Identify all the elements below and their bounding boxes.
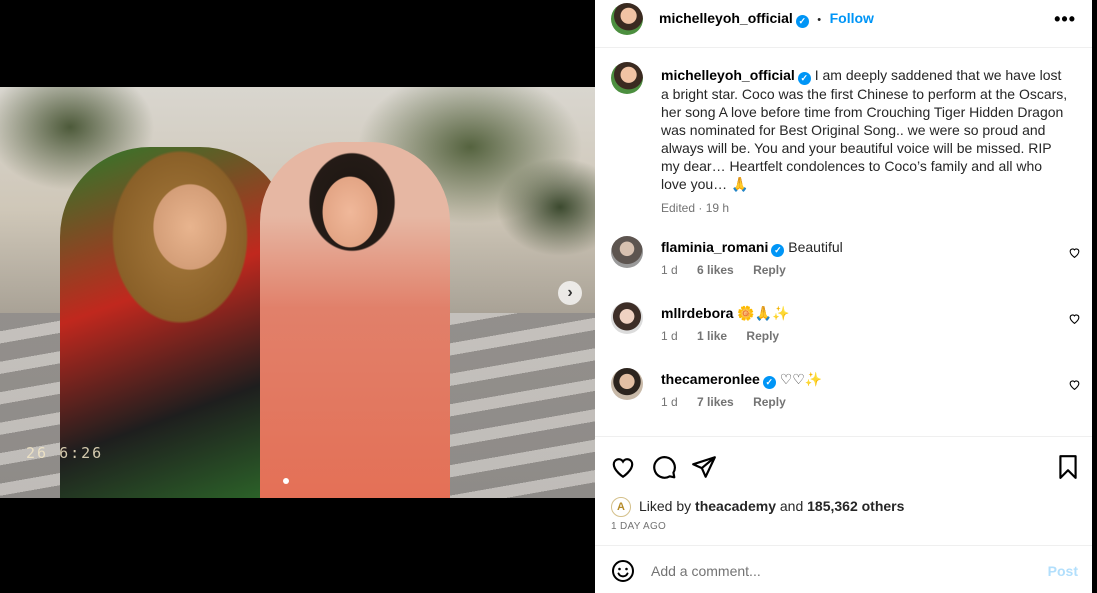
likes-others[interactable]: 185,362 others <box>807 498 904 514</box>
comment-body: thecameronlee ✓ ♡♡✨ <box>661 371 822 389</box>
caption: michelleyoh_official ✓ I am deeply sadden… <box>661 66 1071 217</box>
verified-badge-icon: ✓ <box>797 72 811 85</box>
theacademy-avatar[interactable]: A <box>611 497 631 517</box>
photo-date-stamp: 26 6:26 <box>26 444 104 462</box>
paper-plane-icon[interactable] <box>691 454 717 480</box>
media-pane: 26 6:26 › <box>0 0 595 593</box>
commenter-avatar[interactable] <box>611 368 643 400</box>
verified-badge-icon: ✓ <box>762 376 776 389</box>
verified-badge-icon: ✓ <box>795 15 809 28</box>
next-photo-button[interactable]: › <box>558 281 582 305</box>
carousel-dot-active <box>283 478 289 484</box>
header-username[interactable]: michelleyoh_official <box>659 10 793 26</box>
post-date[interactable]: 1 DAY AGO <box>611 521 666 532</box>
caption-username[interactable]: michelleyoh_official <box>661 67 795 83</box>
comment-input[interactable] <box>651 558 1031 584</box>
comment-age: 1 d <box>661 395 678 409</box>
reply-button[interactable]: Reply <box>746 329 779 343</box>
post-photo[interactable]: 26 6:26 <box>0 87 595 498</box>
likes-connector: and <box>779 498 804 514</box>
comment-meta: 1 d 1 like Reply <box>661 329 795 343</box>
heart-icon[interactable] <box>1068 246 1081 259</box>
commenter-avatar[interactable] <box>611 302 643 334</box>
comment-likes[interactable]: 6 likes <box>697 263 734 277</box>
caption-avatar[interactable] <box>611 62 643 94</box>
caption-text: I am deeply saddened that we have lost a… <box>661 67 1068 192</box>
likes-summary: Liked by theacademy and 185,362 others <box>639 498 904 514</box>
likes-user[interactable]: theacademy <box>695 498 776 514</box>
comment-username[interactable]: flaminia_romani <box>661 239 768 255</box>
comment-meta: 1 d 7 likes Reply <box>661 395 802 409</box>
verified-badge-icon: ✓ <box>771 244 785 257</box>
photo-person-right <box>260 142 450 498</box>
comment-text: Beautiful <box>788 239 843 255</box>
comment-username[interactable]: mllrdebora <box>661 305 733 321</box>
heart-icon[interactable] <box>1068 312 1081 325</box>
bookmark-icon[interactable] <box>1055 454 1081 480</box>
likes-prefix: Liked by <box>639 498 692 514</box>
add-comment-bar: Post <box>595 545 1092 593</box>
comment-bubble-icon[interactable] <box>651 454 677 480</box>
comment-username[interactable]: thecameronlee <box>661 371 760 387</box>
caption-meta: Edited · 19 h <box>661 201 730 215</box>
window-edge <box>1092 0 1097 593</box>
comment-age: 1 d <box>661 329 678 343</box>
post-actions: A Liked by theacademy and 185,362 others… <box>595 436 1092 546</box>
header-author-line: michelleyoh_official ✓ • Follow <box>659 10 874 28</box>
comment-age: 1 d <box>661 263 678 277</box>
post-header: michelleyoh_official ✓ • Follow ••• <box>595 0 1092 48</box>
comment-meta: 1 d 6 likes Reply <box>661 263 802 277</box>
chevron-right-icon: › <box>567 284 573 301</box>
heart-icon[interactable] <box>1068 378 1081 391</box>
comment-likes[interactable]: 7 likes <box>697 395 734 409</box>
post-comment-button[interactable]: Post <box>1048 563 1078 579</box>
heart-icon[interactable] <box>610 454 636 480</box>
comment-body: mllrdebora 🌼🙏✨ <box>661 305 790 322</box>
follow-button[interactable]: Follow <box>830 10 874 26</box>
reply-button[interactable]: Reply <box>753 263 786 277</box>
header-separator: • <box>817 14 822 26</box>
comment-likes[interactable]: 1 like <box>697 329 727 343</box>
comment-body: flaminia_romani ✓ Beautiful <box>661 239 843 257</box>
post-panel: michelleyoh_official ✓ • Follow ••• miche… <box>595 0 1092 593</box>
comment-text: ♡♡✨ <box>779 371 823 387</box>
smiley-icon[interactable] <box>611 559 635 583</box>
author-avatar[interactable] <box>611 3 643 35</box>
commenter-avatar[interactable] <box>611 236 643 268</box>
reply-button[interactable]: Reply <box>753 395 786 409</box>
more-options-icon[interactable]: ••• <box>1054 9 1076 30</box>
comment-text: 🌼🙏✨ <box>737 305 790 321</box>
